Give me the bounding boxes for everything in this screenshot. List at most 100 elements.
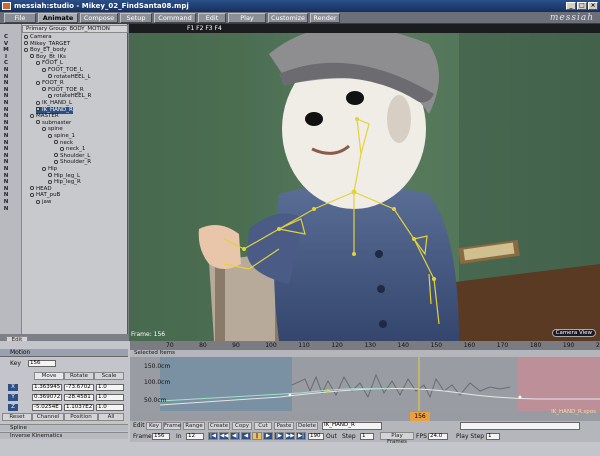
move-z-field[interactable]: -5.0254E — [32, 404, 62, 411]
group-selector[interactable]: Primary Group: BODY_MOTION — [22, 25, 128, 33]
stop-icon[interactable]: ‖ — [252, 432, 262, 440]
timeline-ruler[interactable]: 70 80 90 100 110 120 130 140 150 160 170 180 190 200 — [130, 341, 600, 350]
range-button[interactable]: Range — [183, 422, 205, 430]
out-field[interactable]: 190 — [308, 433, 324, 440]
scale-z-field[interactable]: 1.0 — [96, 404, 124, 411]
tree-item[interactable]: Shoulder_R — [54, 159, 91, 166]
view-switch-buttons[interactable]: F1 F2 F3 F4 — [187, 25, 222, 32]
tab-setup[interactable]: Setup — [120, 13, 152, 23]
axis-y-button[interactable]: Y — [8, 394, 18, 401]
close-button[interactable]: × — [588, 2, 598, 10]
tree-item[interactable]: Hip_leg_R — [48, 179, 81, 186]
key-edit-row: Edit Key Frame Range Create Copy Cut Pas… — [130, 421, 600, 431]
bone-icon — [48, 173, 52, 178]
play-step-label: Play Step — [456, 433, 485, 440]
reset-button[interactable]: Reset — [2, 413, 32, 421]
step-back-icon[interactable]: ◀| — [230, 432, 240, 440]
tab-compose[interactable]: Compose — [80, 13, 118, 23]
timeline-panel[interactable]: 708090100110120130140150160170180190200 … — [130, 341, 600, 421]
tree-item-label: jaw — [42, 199, 52, 205]
key-button[interactable]: Key — [146, 422, 162, 430]
key-field[interactable]: 156 — [28, 360, 56, 367]
tab-scale[interactable]: Scale — [94, 372, 124, 380]
channel-select[interactable] — [460, 422, 580, 430]
timeline-tick: 170 — [496, 342, 509, 349]
bone-icon — [42, 126, 46, 131]
play-step-field[interactable]: 1 — [486, 433, 500, 440]
ik-section[interactable]: Inverse Kinematics — [0, 432, 128, 439]
motion-header[interactable]: Motion — [0, 349, 128, 357]
in-field[interactable]: 12 — [186, 433, 204, 440]
tree-item-label: FOOT_TOE_R — [48, 86, 84, 93]
bone-icon — [24, 41, 28, 46]
viewport[interactable]: F1 F2 F3 F4 Frame: 156 Camera View — [129, 24, 600, 341]
go-start-icon[interactable]: |◀ — [208, 432, 218, 440]
motion-graph[interactable]: 150.0cm 100.0cm 50.0cm IK_HAND_R.spos — [130, 357, 600, 415]
play-icon[interactable]: ▶ — [263, 432, 273, 440]
tree-item-label: FOOT_L — [42, 60, 63, 67]
paste-button[interactable]: Paste — [274, 422, 294, 430]
curve-plot — [159, 357, 600, 411]
tree-item-label: HEAD — [36, 185, 52, 192]
app-icon — [2, 2, 11, 10]
tab-rotate[interactable]: Rotate — [64, 372, 94, 380]
camera-view-badge[interactable]: Camera View — [551, 329, 596, 337]
in-label: In — [176, 433, 182, 440]
axis-z-button[interactable]: Z — [8, 404, 18, 411]
tab-render[interactable]: Render — [310, 13, 340, 23]
all-button[interactable]: All — [98, 413, 124, 421]
channel-button[interactable]: Channel — [32, 413, 64, 421]
tab-customize[interactable]: Customize — [268, 13, 308, 23]
copy-button[interactable]: Copy — [232, 422, 252, 430]
timeline-tick: 120 — [331, 342, 343, 349]
tree-item-label: Hip — [48, 166, 58, 172]
step-field[interactable]: 1 — [360, 433, 374, 440]
tab-edit[interactable]: Edit — [198, 13, 226, 23]
tree-item-label: Mikey_TARGET — [30, 40, 71, 47]
rotate-z-field[interactable]: 1.1037E2 — [64, 404, 94, 411]
maximize-button[interactable]: □ — [577, 2, 587, 10]
out-label: Out — [326, 433, 337, 440]
item-select[interactable]: IK_HAND_R — [322, 422, 382, 430]
visibility-flag[interactable]: N — [2, 206, 10, 213]
position-button[interactable]: Position — [64, 413, 98, 421]
step-forward-icon[interactable]: |▶ — [274, 432, 284, 440]
play-frames-button[interactable]: Play Frames — [380, 432, 414, 445]
rotate-y-field[interactable]: -28.4581 — [64, 394, 94, 401]
bone-icon — [54, 153, 58, 158]
bone-icon — [54, 159, 58, 164]
bone-icon — [48, 133, 52, 138]
tree-item[interactable]: jaw — [36, 199, 51, 206]
create-button[interactable]: Create — [208, 422, 230, 430]
rotate-x-field[interactable]: -73.6702 — [64, 384, 94, 391]
prev-key-icon[interactable]: ◀◀ — [219, 432, 229, 440]
selected-items-bar: Selected Items — [130, 350, 600, 357]
frame-button[interactable]: Frame — [163, 422, 181, 430]
go-end-icon[interactable]: ▶| — [296, 432, 306, 440]
spline-section[interactable]: Spline — [0, 424, 128, 431]
tree-item-label: HAT_puB — [36, 192, 61, 199]
bone-icon — [42, 166, 46, 171]
move-y-field[interactable]: 0.369072 — [32, 394, 62, 401]
minimize-button[interactable]: _ — [566, 2, 576, 10]
move-x-field[interactable]: 1.363945 — [32, 384, 62, 391]
tab-command[interactable]: Command — [154, 13, 196, 23]
cut-button[interactable]: Cut — [254, 422, 272, 430]
viewport-header: F1 F2 F3 F4 — [129, 24, 600, 33]
next-key-icon[interactable]: ▶▶ — [285, 432, 295, 440]
delete-button[interactable]: Delete — [296, 422, 318, 430]
timeline-tick: 200 — [596, 342, 600, 349]
fps-field[interactable]: 24.0 — [428, 433, 448, 440]
tab-move[interactable]: Move — [34, 372, 64, 380]
tab-file[interactable]: File — [4, 13, 36, 23]
current-frame-marker[interactable]: 156 — [410, 412, 430, 421]
axis-x-button[interactable]: X — [8, 384, 18, 391]
tree-item-label: submaster — [42, 119, 72, 126]
scale-y-field[interactable]: 1.0 — [96, 394, 124, 401]
scale-x-field[interactable]: 1.0 — [96, 384, 124, 391]
tab-play[interactable]: Play — [228, 13, 266, 23]
tab-animate[interactable]: Animate — [38, 13, 78, 23]
play-reverse-icon[interactable]: ◀ — [241, 432, 251, 440]
frame-field[interactable]: 156 — [152, 433, 170, 440]
bone-icon — [42, 67, 46, 72]
